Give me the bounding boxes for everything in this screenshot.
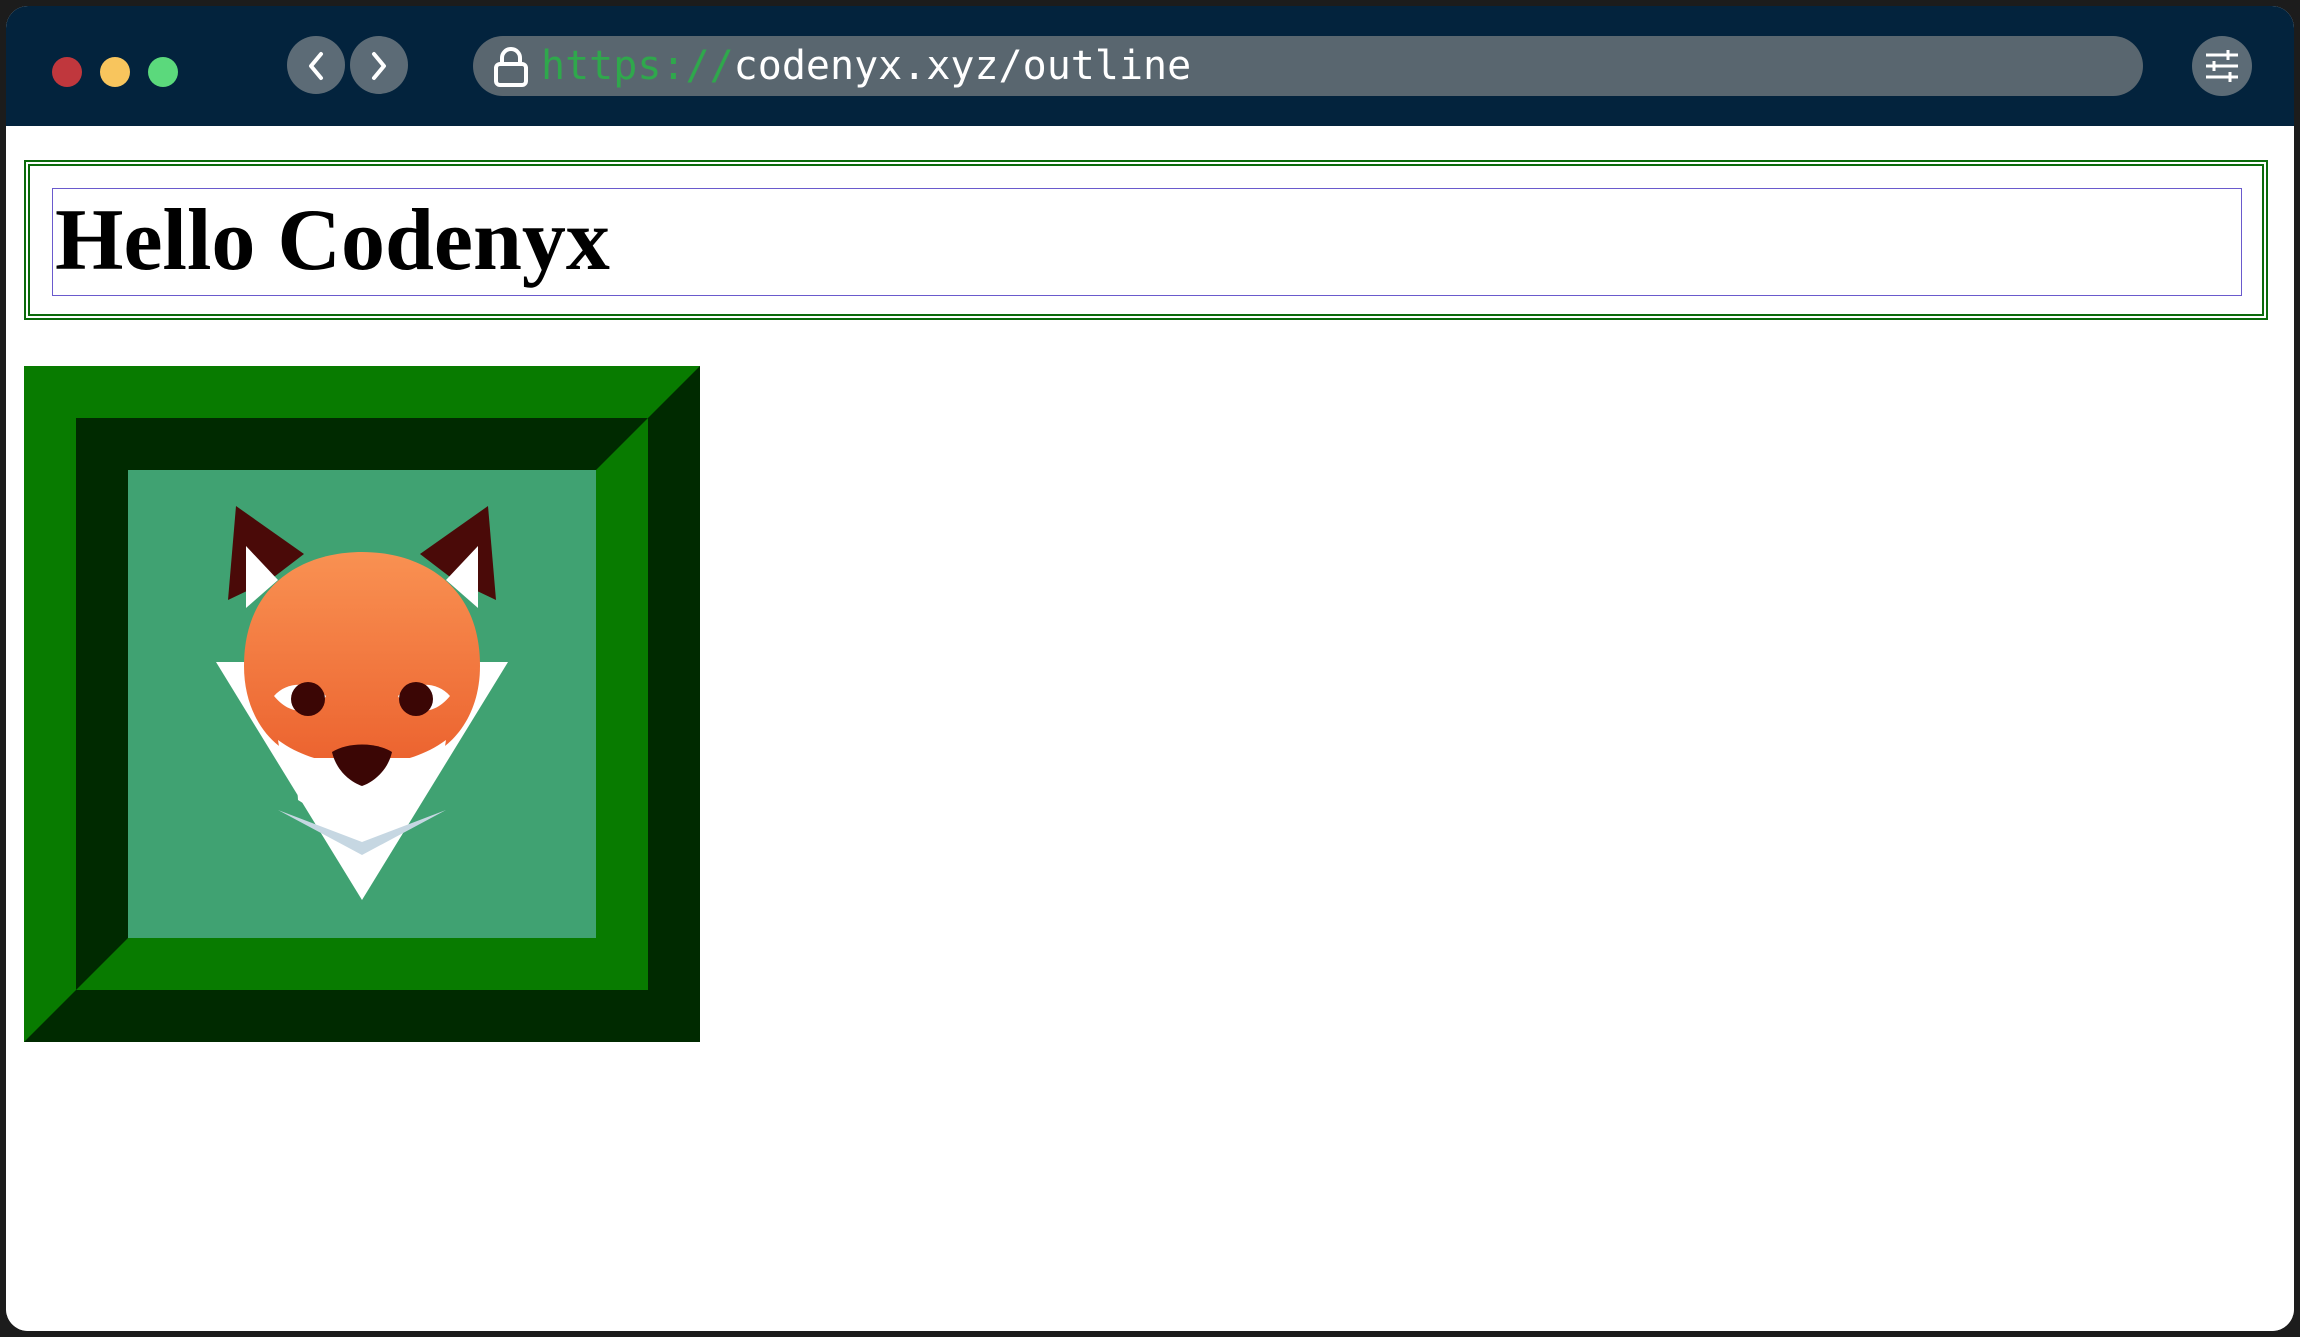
heading-outline: Hello Codenyx	[52, 188, 2242, 296]
close-window-button[interactable]	[52, 57, 82, 87]
image-frame-inner	[76, 418, 648, 990]
page-title: Hello Codenyx	[55, 192, 610, 289]
chevron-left-icon	[309, 52, 323, 80]
address-bar[interactable]: https://codenyx.xyz/outline	[473, 36, 2143, 96]
url-path: codenyx.xyz/outline	[733, 43, 1192, 89]
minimize-window-button[interactable]	[100, 57, 130, 87]
back-button[interactable]	[287, 36, 345, 94]
fox-logo-image	[128, 470, 596, 938]
settings-button[interactable]	[2192, 36, 2252, 96]
chevron-right-icon	[372, 52, 386, 80]
heading-container: Hello Codenyx	[24, 160, 2268, 320]
browser-window: https://codenyx.xyz/outline Hello Codeny…	[6, 6, 2294, 1331]
lock-icon	[494, 47, 528, 87]
browser-titlebar: https://codenyx.xyz/outline	[6, 6, 2294, 126]
url-text: https://codenyx.xyz/outline	[541, 36, 1191, 96]
page-content: Hello Codenyx	[6, 126, 2294, 1331]
forward-button[interactable]	[350, 36, 408, 94]
sliders-icon	[2206, 50, 2238, 82]
url-scheme: https://	[541, 43, 734, 89]
image-frame-outer	[24, 366, 700, 1042]
maximize-window-button[interactable]	[148, 57, 178, 87]
fox-icon	[216, 506, 508, 900]
